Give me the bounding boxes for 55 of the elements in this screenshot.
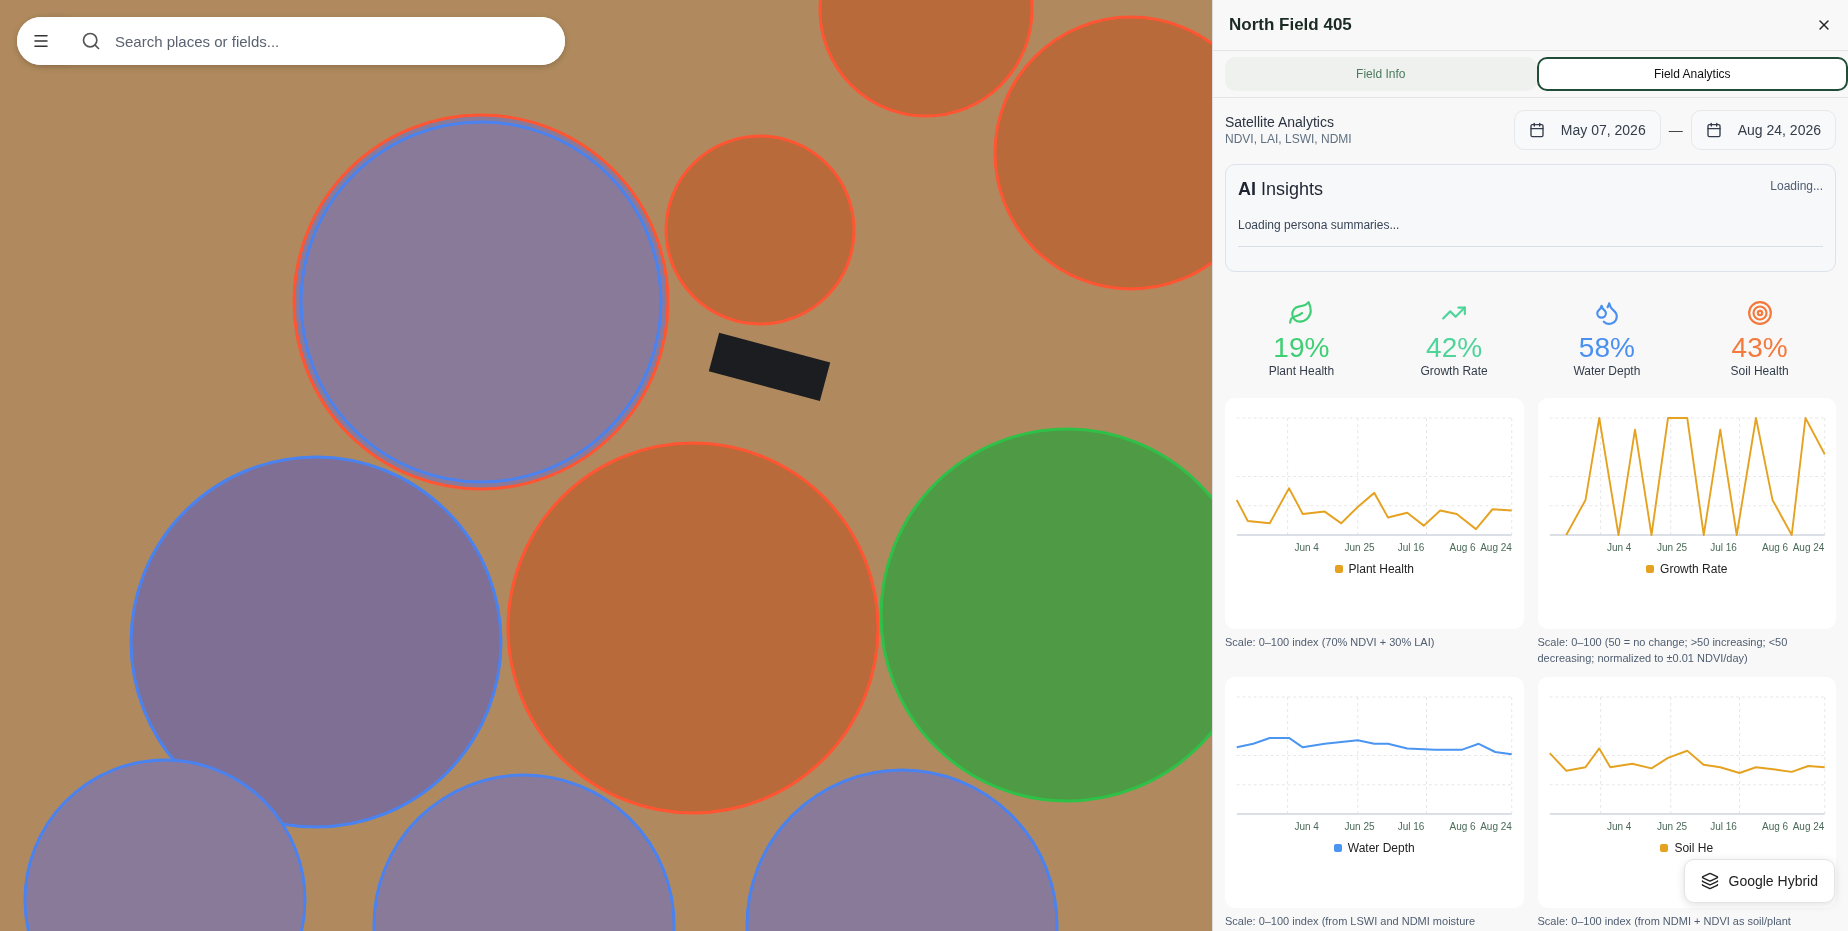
- calendar-icon: [1705, 122, 1722, 138]
- calendar-icon: [1528, 122, 1545, 138]
- legend-label: Growth Rate: [1660, 562, 1728, 576]
- axis-tick-label: Jul 16: [1710, 821, 1737, 832]
- section-subtitle: NDVI, LAI, LSWI, NDMI: [1225, 132, 1352, 146]
- search-icon: [81, 31, 101, 51]
- axis-tick-label: Jun 4: [1294, 542, 1319, 553]
- axis-tick-label: Jun 25: [1344, 821, 1375, 832]
- axis-tick-label: Aug 24: [1792, 821, 1825, 832]
- axis-tick-label: Aug 24: [1480, 542, 1512, 553]
- metric-value: 43%: [1731, 332, 1788, 364]
- axis-tick-label: Aug 6: [1762, 542, 1789, 553]
- date-separator: —: [1668, 122, 1683, 138]
- metric-value: 58%: [1578, 332, 1635, 364]
- axis-tick-label: Jul 16: [1710, 542, 1737, 553]
- start-date-picker[interactable]: May 07, 2026: [1513, 110, 1661, 150]
- metric-label: Plant Health: [1268, 364, 1335, 378]
- axis-tick-label: Aug 6: [1449, 542, 1476, 553]
- tab[interactable]: Field Analytics: [1536, 57, 1848, 91]
- metric-label: Growth Rate: [1420, 364, 1488, 378]
- axis-tick-label: Jun 4: [1606, 821, 1632, 832]
- axis-tick-label: Jun 25: [1344, 542, 1375, 553]
- menu-button[interactable]: [17, 17, 65, 65]
- axis-tick-label: Jun 25: [1657, 542, 1688, 553]
- chart-caption: Scale: 0–100 index (from NDMI + NDVI as soil/plant: [1537, 914, 1792, 929]
- axis-tick-label: Aug 6: [1449, 821, 1476, 832]
- insights-message: Loading persona summaries...: [1238, 218, 1823, 247]
- chart-caption: Scale: 0–100 index (from LSWI and NDMI moisture: [1225, 914, 1477, 929]
- layers-icon: [1700, 872, 1719, 890]
- chart-caption: Scale: 0–100 index (70% NDVI + 30% LAI): [1225, 635, 1436, 650]
- axis-tick-label: Jul 16: [1397, 542, 1425, 553]
- axis-tick-label: Jun 4: [1606, 542, 1632, 553]
- panel-title: North Field 405: [1229, 15, 1352, 35]
- legend-label: Plant Health: [1348, 562, 1414, 576]
- axis-tick-label: Jun 25: [1657, 821, 1688, 832]
- search-field[interactable]: Search places or fields...: [65, 17, 565, 65]
- end-date-picker[interactable]: Aug 24, 2026: [1690, 110, 1836, 150]
- axis-tick-label: Jul 16: [1397, 821, 1425, 832]
- axis-tick-label: Aug 24: [1792, 542, 1825, 553]
- metric-value: 42%: [1426, 332, 1483, 364]
- legend-label: Water Depth: [1347, 841, 1415, 855]
- metric-value: 19%: [1273, 332, 1330, 364]
- section-title: Satellite Analytics: [1225, 114, 1335, 130]
- loading-status: Loading...: [1770, 179, 1823, 193]
- tab[interactable]: Field Info: [1225, 57, 1537, 91]
- metric-label: Soil Health: [1730, 364, 1789, 378]
- map-layer-button[interactable]: Google Hybrid: [1683, 859, 1835, 903]
- axis-tick-label: Aug 24: [1480, 821, 1512, 832]
- insights-title: AI Insights: [1238, 179, 1324, 200]
- legend-label: Soil He: [1674, 841, 1714, 855]
- axis-tick-label: Jun 4: [1294, 821, 1319, 832]
- menu-icon: [32, 32, 50, 50]
- chart-caption: Scale: 0–100 (50 = no change; >50 increasing; <50 decreasing; normalized to ±0.01 NDVI/day): [1537, 635, 1789, 666]
- axis-tick-label: Aug 6: [1762, 821, 1789, 832]
- metric-label: Water Depth: [1573, 364, 1641, 378]
